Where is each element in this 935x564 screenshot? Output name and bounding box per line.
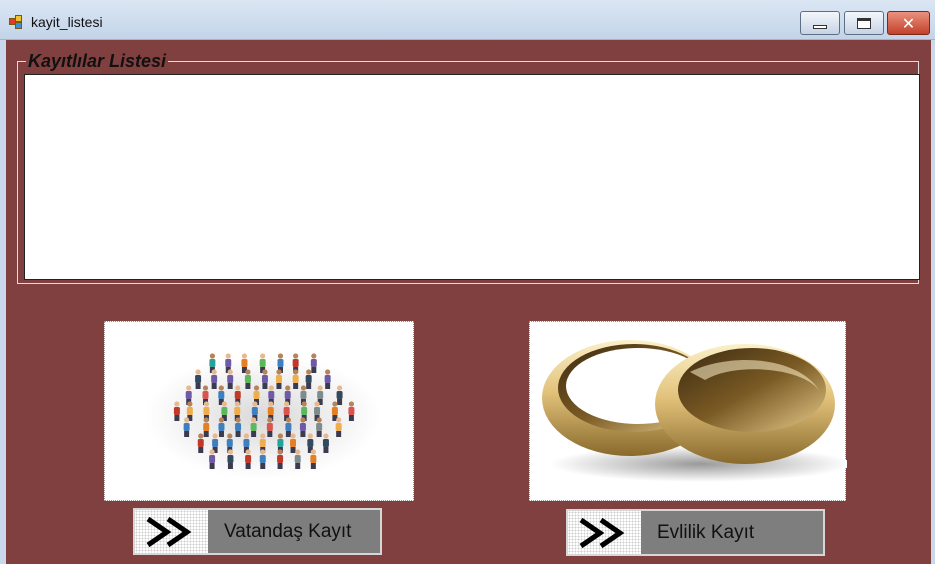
maximize-button[interactable] [844,11,884,35]
window-titlebar[interactable]: kayit_listesi ✕ [0,0,935,40]
citizen-button-arrow-area[interactable] [135,510,208,553]
minimize-button[interactable] [800,11,840,35]
crowd-of-people-icon [145,353,381,479]
close-button[interactable]: ✕ [887,11,930,35]
maximize-icon [857,17,871,29]
double-chevron-right-icon [579,517,625,549]
wedding-rings-icon [542,340,850,482]
form-client-area: Kayıtlılar Listesi Vatandaş Kayıt Evlili… [6,40,931,564]
registered-listbox[interactable] [24,74,920,280]
double-chevron-right-icon [146,516,192,548]
citizen-register-label[interactable]: Vatandaş Kayıt [208,510,380,553]
app-icon [9,15,24,29]
window-title: kayit_listesi [31,14,103,30]
marriage-register-button[interactable]: Evlilik Kayıt [566,509,825,556]
marriage-button-arrow-area[interactable] [568,511,641,554]
crowd-of-people-image[interactable] [104,321,414,501]
citizen-register-button[interactable]: Vatandaş Kayıt [133,508,382,555]
wedding-rings-image[interactable] [529,321,850,501]
groupbox-title: Kayıtlılar Listesi [26,51,169,72]
close-icon: ✕ [901,13,916,33]
registered-list-groupbox: Kayıtlılar Listesi [17,51,920,284]
minimize-icon [813,25,827,29]
marriage-register-label[interactable]: Evlilik Kayıt [641,511,823,554]
